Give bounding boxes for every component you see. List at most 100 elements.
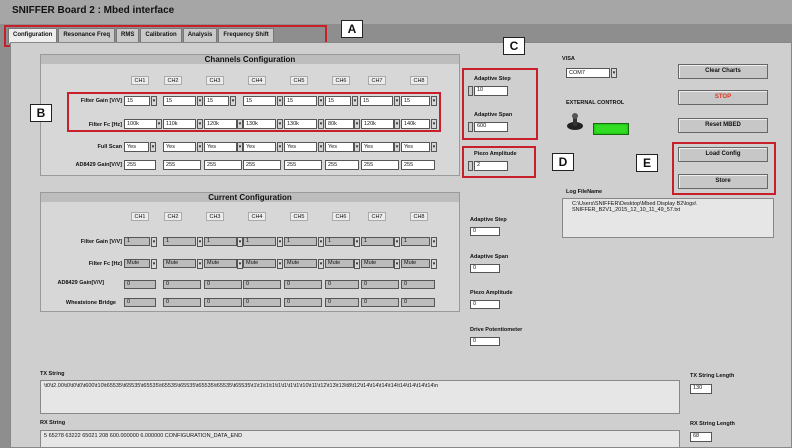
full-scan-ch1-select[interactable]: Yes [124, 142, 149, 152]
current-config-frame: Current Configuration [40, 192, 460, 312]
ch-header-1: CH1 [131, 212, 149, 221]
ad8429-ch4-input[interactable]: 255 [243, 160, 281, 170]
tx-string-length-value: 130 [690, 384, 712, 394]
chevron-down-icon[interactable]: ▾ [277, 142, 283, 152]
current-gain-ch7: 1 [361, 237, 394, 246]
ad8429-gain-label: AD8429 Gain[V/V] [75, 162, 122, 168]
current-ad8429-ch4: 0 [243, 280, 281, 289]
rx-string-label: RX String [40, 420, 66, 426]
ad8429-ch1-input[interactable]: 255 [124, 160, 156, 170]
current-ad8429-ch7: 0 [361, 280, 399, 289]
ch-header-5: CH5 [290, 76, 308, 85]
window-title: SNIFFER Board 2 : Mbed interface [12, 5, 175, 16]
ch-header-3: CH3 [206, 76, 224, 85]
current-fc-ch6: Mute [325, 259, 354, 268]
wheatstone-ch2: 0 [163, 298, 201, 307]
ad8429-ch2-input[interactable]: 255 [163, 160, 201, 170]
chevron-down-icon[interactable]: ▾ [431, 142, 437, 152]
chevron-down-icon: ▾ [197, 259, 203, 269]
ad8429-ch7-input[interactable]: 255 [361, 160, 399, 170]
chevron-down-icon[interactable]: ▾ [318, 142, 324, 152]
wheatstone-ch1: 0 [124, 298, 156, 307]
chevron-down-icon: ▾ [354, 237, 360, 247]
wheatstone-ch6: 0 [325, 298, 359, 307]
full-scan-ch7-select[interactable]: Yes [361, 142, 394, 152]
log-filename-label: Log FileName [566, 189, 603, 195]
chevron-down-icon: ▾ [318, 259, 324, 269]
chevron-down-icon: ▾ [197, 237, 203, 247]
tx-string-display[interactable]: \t0\t2.00\t0\t0\t0\t600\t10\t65535\t6553… [40, 380, 680, 414]
channels-config-title: Channels Configuration [41, 55, 459, 64]
full-scan-ch3-select[interactable]: Yes [204, 142, 237, 152]
current-fc-ch4: Mute [243, 259, 276, 268]
log-filename-path[interactable]: C:\Users\SNIFFER\Desktop\Mbed Display B2… [562, 198, 774, 238]
full-scan-ch5-select[interactable]: Yes [284, 142, 317, 152]
wheatstone-ch4: 0 [243, 298, 281, 307]
rx-string-display[interactable]: 5 65278 63222 65021 208 600.000000 6.000… [40, 430, 680, 448]
chevron-down-icon[interactable]: ▾ [197, 142, 203, 152]
full-scan-ch6-select[interactable]: Yes [325, 142, 354, 152]
annotation-label-b: B [30, 104, 52, 122]
current-gain-ch8: 1 [401, 237, 430, 246]
chevron-down-icon: ▾ [277, 237, 283, 247]
current-fc-ch3: Mute [204, 259, 237, 268]
current-filter-fc-label: Filter Fc [Hz] [88, 261, 122, 267]
chevron-down-icon: ▾ [277, 259, 283, 269]
annotation-label-c: C [503, 37, 525, 55]
current-fc-ch8: Mute [401, 259, 430, 268]
ch-header-4: CH4 [248, 212, 266, 221]
ch-header-8: CH8 [410, 212, 428, 221]
current-gain-ch5: 1 [284, 237, 317, 246]
wheatstone-bridge-label: Wheatstone Bridge [65, 300, 116, 306]
chevron-down-icon: ▾ [318, 237, 324, 247]
clear-charts-button[interactable]: Clear Charts [678, 64, 768, 79]
drive-potentiometer-value: 0 [470, 337, 500, 346]
current-gain-ch2: 1 [163, 237, 196, 246]
ch-header-4: CH4 [248, 76, 266, 85]
current-fc-ch5: Mute [284, 259, 317, 268]
current-filter-gain-label: Filter Gain [V/V] [80, 239, 122, 245]
tx-string-label: TX String [40, 371, 65, 377]
toggle-switch-icon[interactable] [566, 113, 586, 131]
current-adaptive-span-value: 0 [470, 264, 500, 273]
wheatstone-ch8: 0 [401, 298, 435, 307]
chevron-down-icon: ▾ [151, 259, 157, 269]
current-gain-ch6: 1 [325, 237, 354, 246]
current-ad8429-label: AD8429 Gain[V/V] [57, 280, 104, 286]
current-fc-ch2: Mute [163, 259, 196, 268]
ad8429-ch3-input[interactable]: 255 [204, 160, 242, 170]
current-ad8429-ch2: 0 [163, 280, 201, 289]
current-ad8429-ch1: 0 [124, 280, 156, 289]
ad8429-ch5-input[interactable]: 255 [284, 160, 322, 170]
current-fc-ch7: Mute [361, 259, 394, 268]
full-scan-ch8-select[interactable]: Yes [401, 142, 430, 152]
ch-header-6: CH6 [332, 76, 350, 85]
external-control-label: EXTERNAL CONTROL [566, 100, 625, 106]
chevron-down-icon[interactable]: ▾ [150, 142, 156, 152]
chevron-down-icon[interactable]: ▾ [354, 142, 360, 152]
ad8429-ch8-input[interactable]: 255 [401, 160, 435, 170]
visa-resource-select[interactable]: COM7 [566, 68, 610, 78]
annotation-box-e [672, 142, 776, 195]
ch-header-8: CH8 [410, 76, 428, 85]
drive-potentiometer-label: Drive Potentiometer [470, 327, 523, 333]
chevron-down-icon[interactable]: ▾ [394, 142, 400, 152]
annotation-box-c [462, 68, 538, 140]
stop-button[interactable]: STOP [678, 90, 768, 105]
full-scan-label: Full Scan [97, 144, 122, 150]
chevron-down-icon[interactable]: ▾ [611, 68, 617, 78]
full-scan-ch4-select[interactable]: Yes [243, 142, 276, 152]
current-adaptive-step-label: Adaptive Step [470, 217, 507, 223]
ch-header-2: CH2 [164, 212, 182, 221]
annotation-label-d: D [552, 153, 574, 171]
annotation-label-e: E [636, 154, 658, 172]
annotation-label-a: A [341, 20, 363, 38]
current-gain-ch1: 1 [124, 237, 150, 246]
ch-header-7: CH7 [368, 212, 386, 221]
reset-mbed-button[interactable]: Reset MBED [678, 118, 768, 133]
chevron-down-icon: ▾ [431, 259, 437, 269]
full-scan-ch2-select[interactable]: Yes [163, 142, 196, 152]
annotation-box-d [462, 146, 536, 178]
ad8429-ch6-input[interactable]: 255 [325, 160, 359, 170]
chevron-down-icon: ▾ [431, 237, 437, 247]
